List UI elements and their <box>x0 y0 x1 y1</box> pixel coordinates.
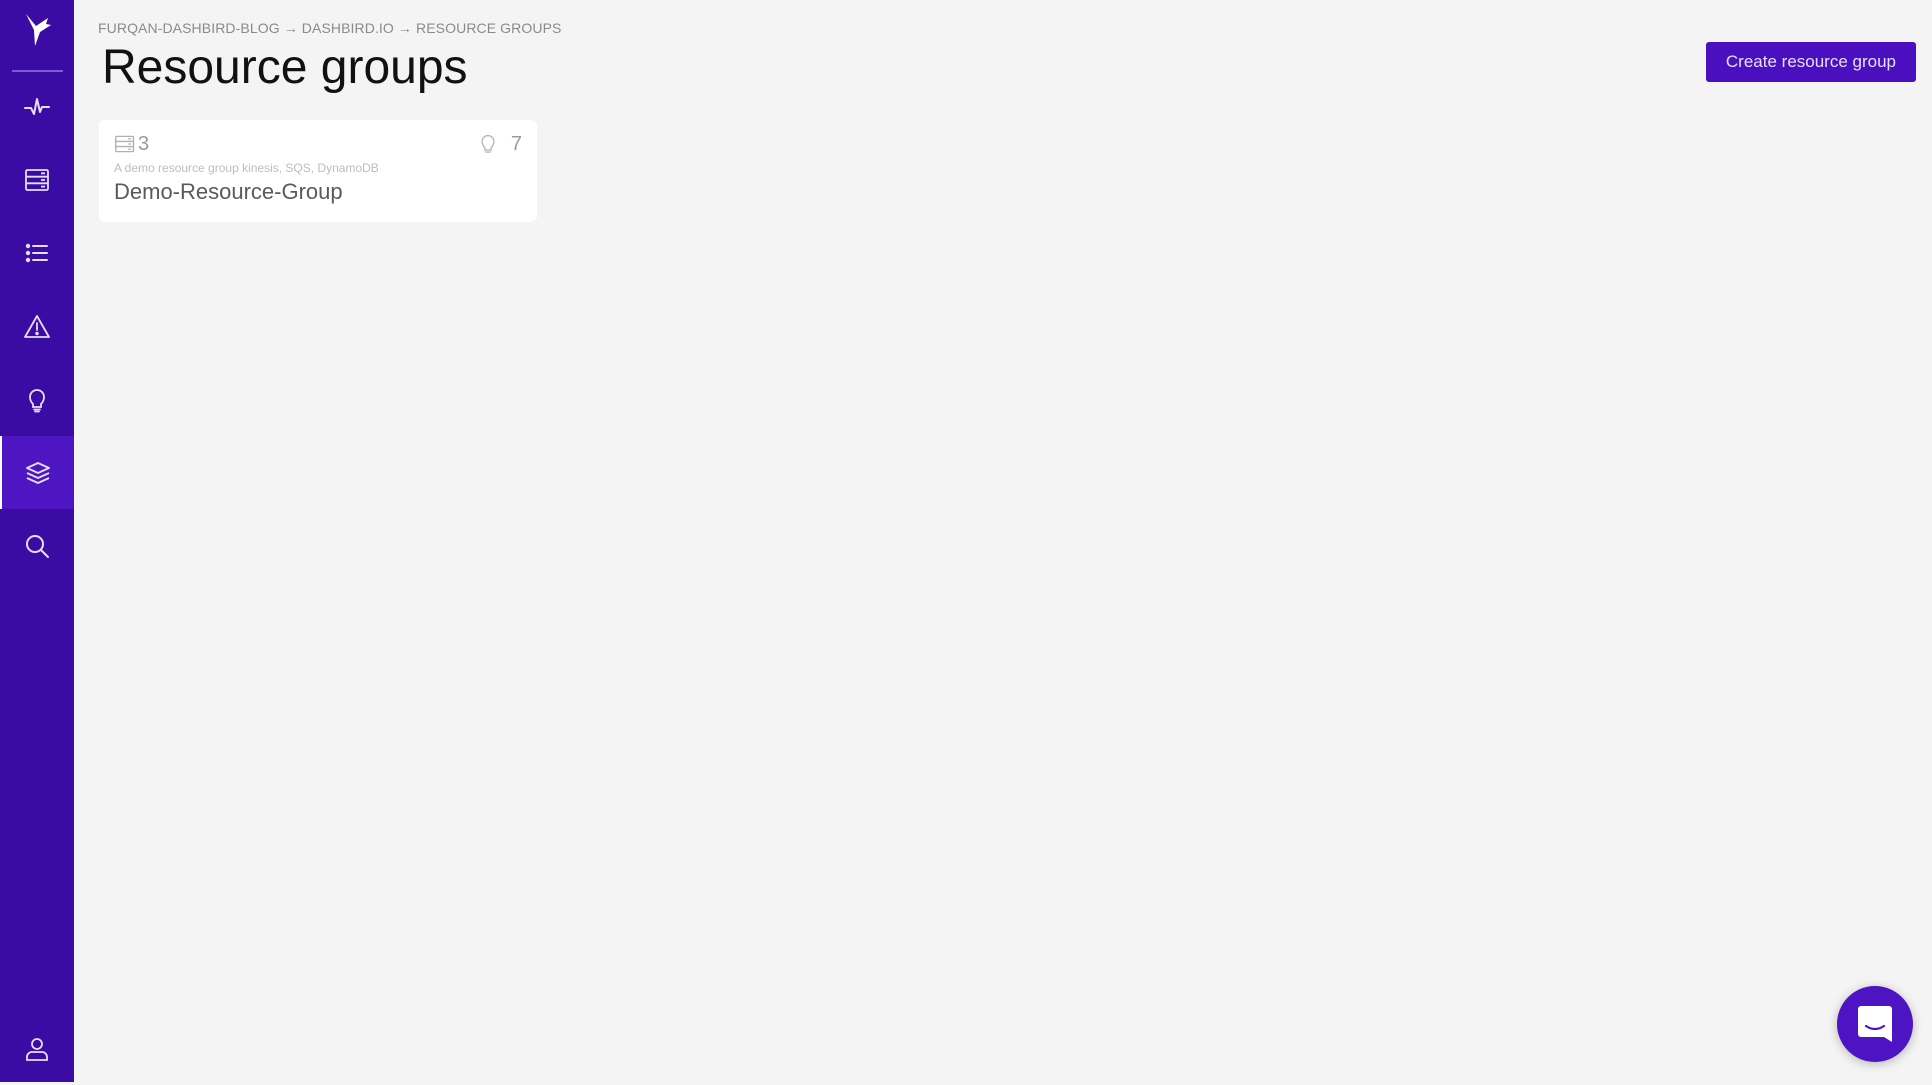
sidebar-item-inventory[interactable] <box>0 143 74 216</box>
lightbulb-icon <box>29 388 45 412</box>
breadcrumb-item-organization[interactable]: FURQAN-DASHBIRD-BLOG <box>98 20 280 36</box>
layers-icon <box>26 461 50 484</box>
resources-count-value: 3 <box>138 132 150 155</box>
breadcrumb: FURQAN-DASHBIRD-BLOG → DASHBIRD.IO → RESOURC… <box>98 20 561 36</box>
server-stack-icon <box>25 168 49 191</box>
page-title: Resource groups <box>102 41 468 94</box>
warning-icon <box>24 314 50 338</box>
bird-logo-icon <box>26 14 51 46</box>
breadcrumb-separator: → <box>397 20 413 36</box>
pulse-icon <box>24 97 50 115</box>
chat-widget-button[interactable] <box>1837 986 1913 1062</box>
sidebar-item-resource-groups[interactable] <box>0 436 74 509</box>
resource-group-description: A demo resource group kinesis, SQS, Dyna… <box>114 161 379 175</box>
server-stack-icon <box>115 135 135 153</box>
breadcrumb-separator: → <box>283 20 298 36</box>
sidebar-item-account[interactable] <box>0 1012 74 1085</box>
dashbird-logo[interactable] <box>0 0 74 60</box>
breadcrumb-item-current: RESOURCE GROUPS <box>416 20 562 36</box>
search-icon <box>26 534 49 558</box>
sidebar-item-events[interactable] <box>0 216 74 289</box>
lightbulb-icon <box>481 134 495 153</box>
chat-icon <box>1858 1006 1892 1042</box>
insights-count: 7 <box>477 133 522 156</box>
insights-count-value: 7 <box>510 132 522 155</box>
resource-group-name[interactable]: Demo-Resource-Group <box>114 179 522 205</box>
sidebar-item-activity[interactable] <box>0 70 74 143</box>
sidebar-item-alarms[interactable] <box>0 290 74 363</box>
sidebar-item-search[interactable] <box>0 509 74 582</box>
sidebar-item-insights[interactable] <box>0 363 74 436</box>
create-resource-group-button[interactable]: Create resource group <box>1705 42 1916 82</box>
user-icon <box>26 1037 48 1061</box>
breadcrumb-item-account[interactable]: DASHBIRD.IO <box>302 20 394 36</box>
sidebar <box>0 0 74 1082</box>
resource-group-card[interactable]: 3 7 A demo resource group kinesis, SQS, … <box>99 120 537 222</box>
list-icon <box>25 243 48 262</box>
resources-count: 3 <box>114 133 149 156</box>
main-content: FURQAN-DASHBIRD-BLOG → DASHBIRD.IO → RESOURC… <box>74 0 1932 1082</box>
